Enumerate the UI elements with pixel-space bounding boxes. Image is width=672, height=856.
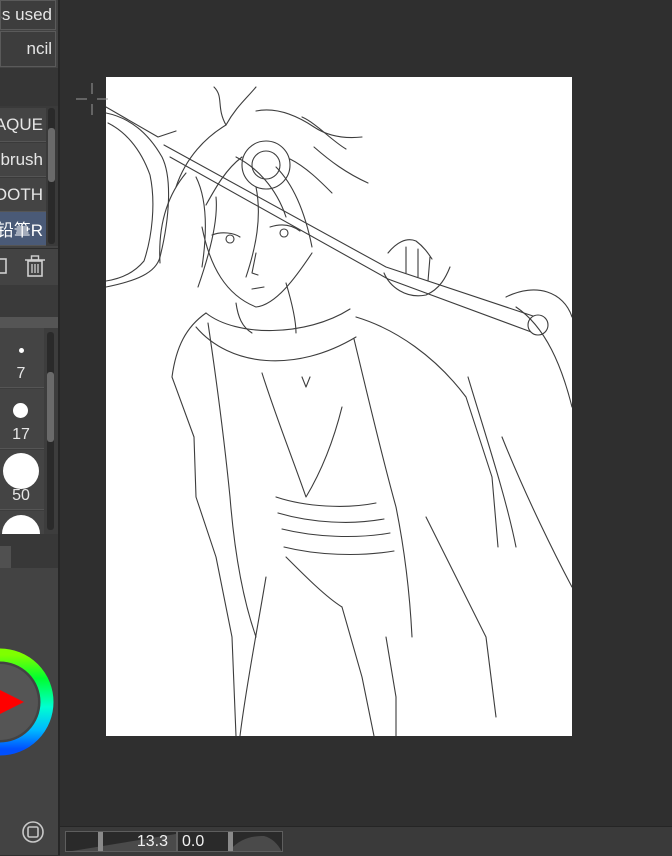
rotation-value: 0.0 [182,833,205,850]
panel-spacer [0,285,58,317]
rotation-slider[interactable]: 0.0 [177,831,283,852]
sub-tool-used-tab[interactable]: ss used [0,0,56,30]
drawing-canvas[interactable] [106,77,572,736]
brush-size-dot [13,403,28,418]
color-panel-tab[interactable] [0,546,11,568]
status-bar: 13.3 0.0 [60,826,672,856]
brush-size-50[interactable]: 50 [0,450,44,510]
tool-list-scroll-thumb[interactable] [48,128,55,182]
brush-size-label: 7 [16,365,26,382]
tool-item-label: AQUE [0,114,43,134]
brush-size-scrollbar[interactable] [47,332,54,530]
brush-size-7[interactable]: 7 [0,328,44,388]
color-wheel-panel [0,568,58,855]
zoom-slider-handle[interactable] [98,832,103,851]
color-panel-header [0,534,58,568]
tool-item-brush[interactable]: brush [0,143,46,177]
brush-size-17[interactable]: 17 [0,389,44,449]
tool-list: AQUE brush OOTH 铅筆R [0,106,58,246]
tool-item-label: 铅筆R [0,221,43,240]
left-tool-panel: ss used ncil AQUE brush OOTH 铅筆R [0,0,58,855]
brush-size-list: 7 17 50 [0,328,58,571]
panel-spacer [0,68,58,106]
tool-item-label: OOTH [0,184,43,204]
tool-item-opaque[interactable]: AQUE [0,108,46,142]
brush-size-scroll-thumb[interactable] [47,372,54,442]
trash-icon[interactable] [25,255,45,277]
tool-item-smooth[interactable]: OOTH [0,178,46,212]
tool-item-label: brush [0,149,43,169]
tool-item-pencil-r[interactable]: 铅筆R [0,212,46,246]
brush-size-label: 17 [12,426,30,443]
brush-size-dot [3,453,39,489]
copy-icon[interactable] [0,258,7,274]
rotation-slider-handle[interactable] [228,832,233,851]
tool-icon-bar [0,248,58,285]
tool-list-scrollbar[interactable] [48,108,55,244]
sketch-artwork [106,86,572,736]
color-mode-icon[interactable] [22,821,44,843]
zoom-slider[interactable]: 13.3 [65,831,177,852]
brush-size-dot [19,348,24,353]
brush-size-label: 50 [12,487,30,504]
zoom-value: 13.3 [136,833,168,850]
crosshair-cursor-icon [76,83,108,115]
panel-divider [0,317,58,328]
sub-tool-pencil-tab[interactable]: ncil [0,31,56,67]
sub-tool-pencil-label: ncil [26,39,52,58]
panel-divider [58,0,60,855]
sub-tool-used-label: ss used [1,5,52,24]
